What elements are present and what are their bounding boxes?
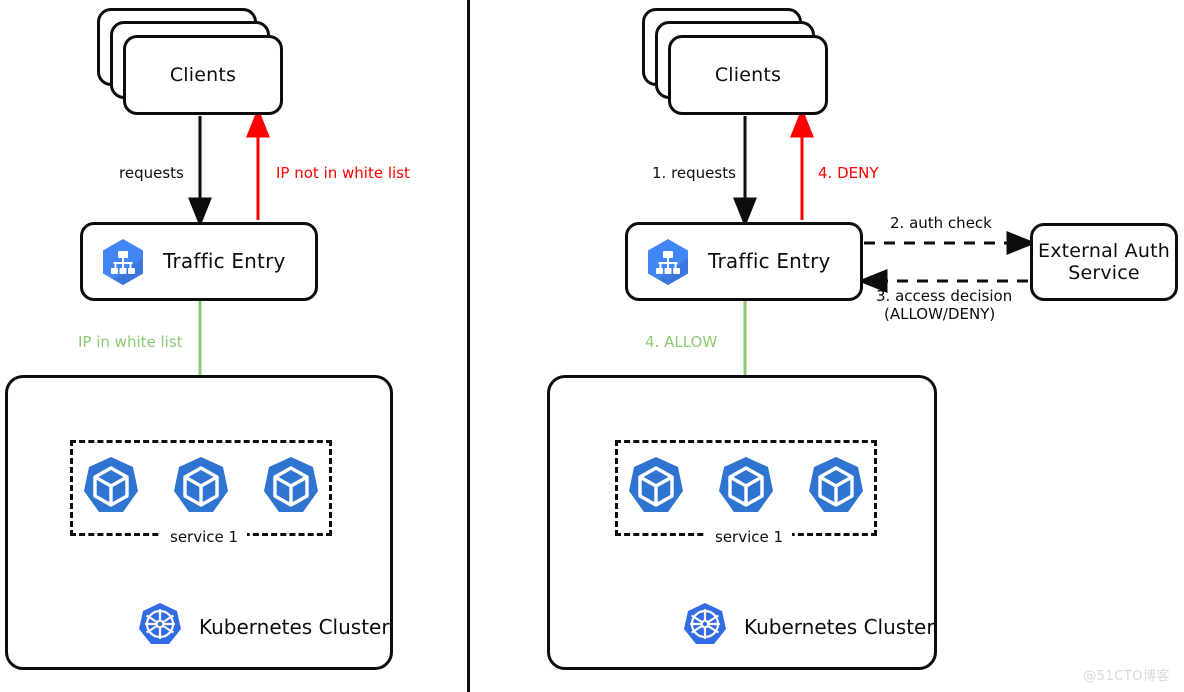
- kubernetes-wheel-icon: [137, 602, 183, 651]
- traffic-entry-label: Traffic Entry: [163, 248, 286, 273]
- clients-label: Clients: [714, 63, 782, 86]
- kubernetes-cluster-label: Kubernetes Cluster: [199, 614, 390, 639]
- left-allow-label: IP in white list: [78, 333, 183, 351]
- left-traffic-entry-box[interactable]: Traffic Entry: [80, 222, 318, 301]
- load-balancer-icon: [646, 238, 690, 286]
- pod-icon[interactable]: [715, 455, 777, 521]
- pod-icon[interactable]: [805, 455, 867, 521]
- clients-box[interactable]: Clients: [668, 35, 828, 115]
- load-balancer-icon: [101, 238, 145, 286]
- traffic-entry-label: Traffic Entry: [708, 248, 831, 273]
- auth-service-label-line2: Service: [1068, 262, 1140, 284]
- right-service-pods: [625, 450, 867, 526]
- left-deny-label: IP not in white list: [276, 164, 410, 182]
- access-decision-label-line2: (ALLOW/DENY): [884, 305, 996, 323]
- watermark: @51CTO博客: [1083, 669, 1170, 684]
- pod-icon[interactable]: [625, 455, 687, 521]
- auth-service-label-line1: External Auth: [1037, 239, 1170, 262]
- diagram-canvas: Clients Traffic Entry service 1 Kubernet…: [0, 0, 1184, 692]
- left-requests-label: requests: [119, 164, 184, 182]
- auth-check-label: 2. auth check: [890, 214, 992, 232]
- kubernetes-cluster-label: Kubernetes Cluster: [744, 614, 935, 639]
- right-service-label: service 1: [706, 528, 793, 546]
- pod-icon[interactable]: [80, 455, 142, 521]
- left-service-label: service 1: [161, 528, 248, 546]
- right-requests-label: 1. requests: [652, 164, 736, 182]
- clients-box[interactable]: Clients: [123, 35, 283, 115]
- pod-icon[interactable]: [170, 455, 232, 521]
- left-cluster-footer: Kubernetes Cluster: [137, 602, 390, 651]
- kubernetes-wheel-icon: [682, 602, 728, 651]
- left-service-pods: [80, 450, 322, 526]
- clients-label: Clients: [169, 63, 237, 86]
- right-traffic-entry-box[interactable]: Traffic Entry: [625, 222, 863, 301]
- pod-icon[interactable]: [260, 455, 322, 521]
- right-cluster-footer: Kubernetes Cluster: [682, 602, 935, 651]
- panel-divider: [467, 0, 470, 692]
- right-deny-label: 4. DENY: [818, 164, 879, 182]
- right-allow-label: 4. ALLOW: [645, 333, 718, 351]
- external-auth-service-box[interactable]: External Auth Service: [1030, 223, 1178, 301]
- access-decision-label-line1: 3. access decision: [876, 287, 1013, 305]
